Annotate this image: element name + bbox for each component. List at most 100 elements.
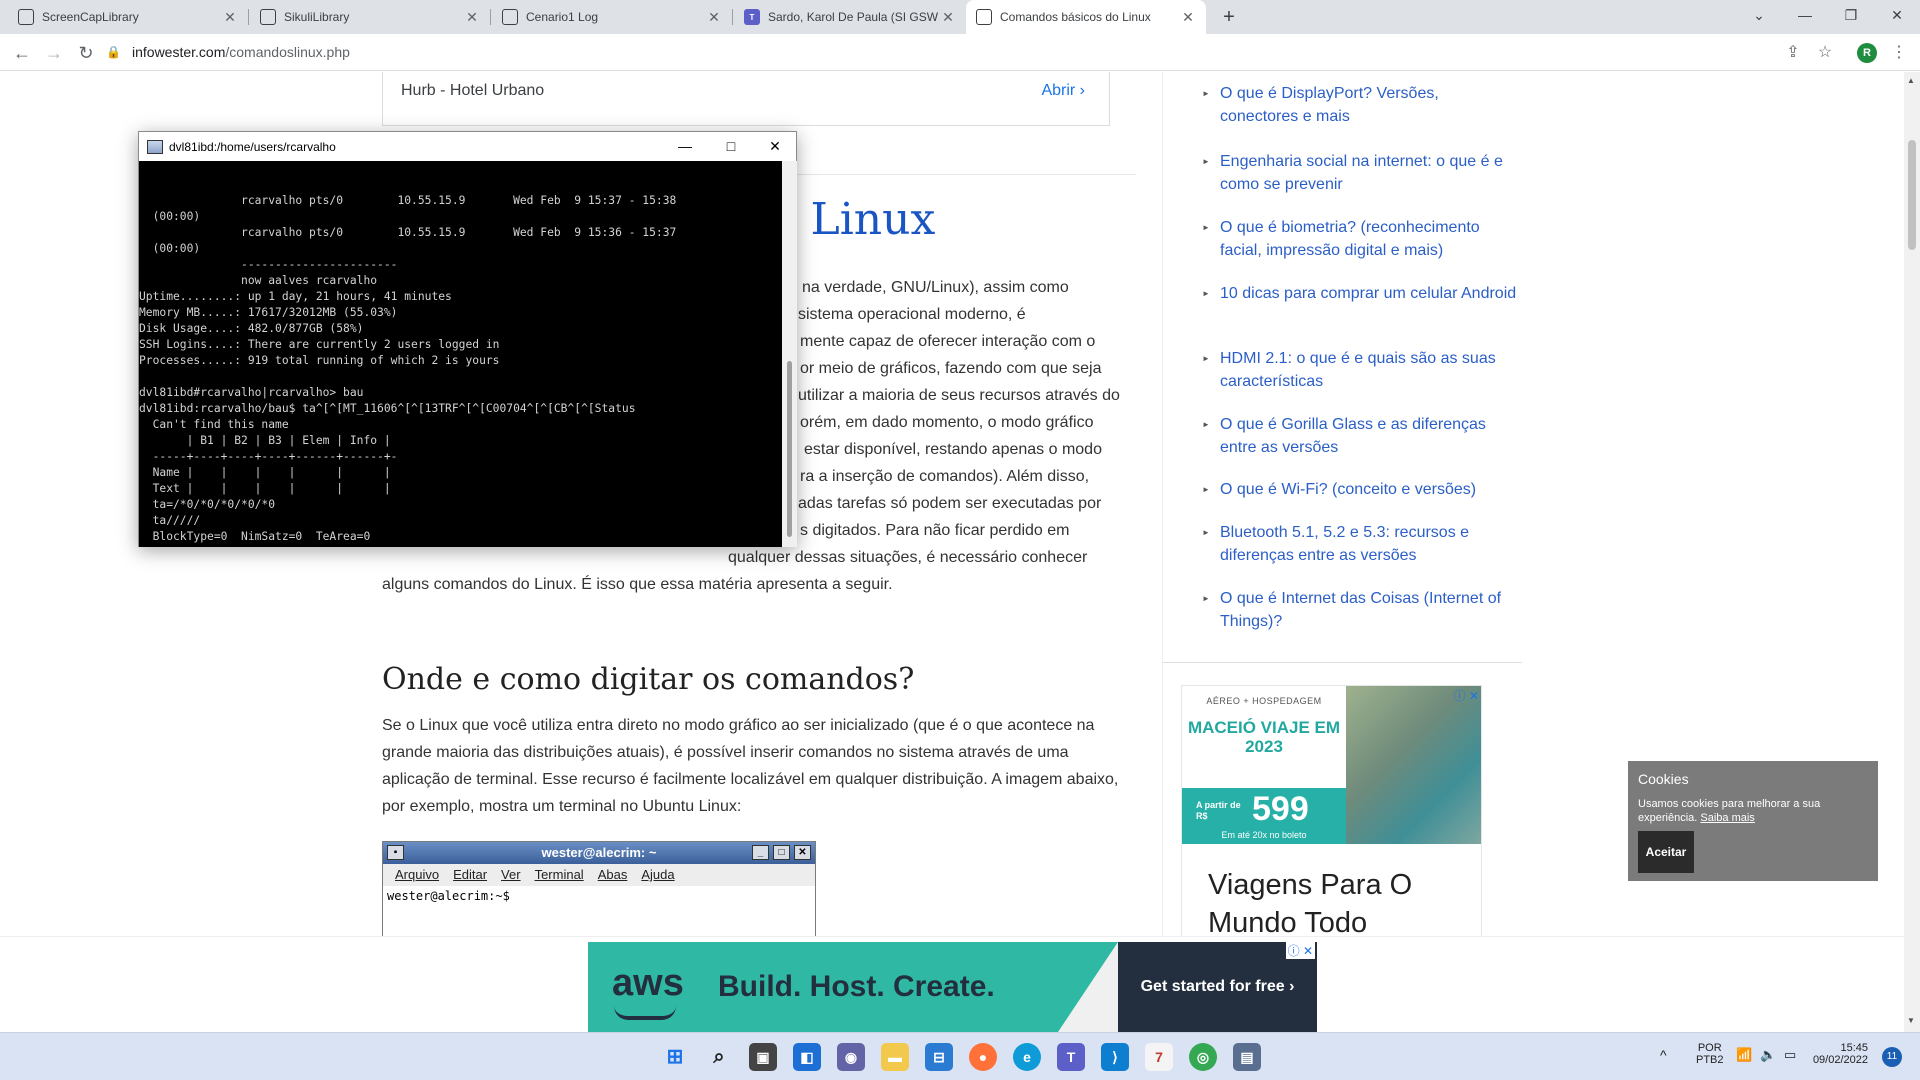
tab-teams-sardo[interactable]: T Sardo, Karol De Paula (SI GSW BR ✕ bbox=[734, 0, 966, 34]
tab-screencaplibrary[interactable]: ScreenCapLibrary ✕ bbox=[8, 0, 248, 34]
wifi-icon[interactable]: 📶 bbox=[1736, 1047, 1752, 1063]
sidebar-link[interactable]: O que é DisplayPort? Versões, conectores… bbox=[1202, 82, 1520, 128]
task-view-icon[interactable]: ▣ bbox=[749, 1043, 777, 1071]
vscode-icon[interactable]: ⟩ bbox=[1101, 1043, 1129, 1071]
restore-icon[interactable]: ❐ bbox=[1828, 0, 1874, 30]
back-icon[interactable]: ← bbox=[8, 39, 36, 67]
close-icon[interactable]: ✕ bbox=[752, 132, 798, 161]
sidebar-link[interactable]: HDMI 2.1: o que é e quais são as suas ca… bbox=[1202, 347, 1520, 393]
putty-icon bbox=[147, 139, 163, 154]
reload-icon[interactable]: ↻ bbox=[72, 39, 100, 67]
terminal-line: ta///// bbox=[139, 514, 201, 527]
ad-open-link[interactable]: Abrir › bbox=[1041, 82, 1085, 100]
close-tab-icon[interactable]: ✕ bbox=[464, 9, 480, 26]
chrome-icon[interactable]: ◎ bbox=[1189, 1043, 1217, 1071]
close-tab-icon[interactable]: ✕ bbox=[1180, 9, 1196, 26]
tab-label: ScreenCapLibrary bbox=[42, 10, 139, 24]
address-bar[interactable]: 🔒 infowester.com/comandoslinux.php bbox=[106, 37, 1836, 67]
aws-smile-icon bbox=[614, 1006, 676, 1020]
putty-terminal-window[interactable]: dvl81ibd:/home/users/rcarvalho — □ ✕ rca… bbox=[138, 131, 797, 547]
tab-sikulilibrary[interactable]: SikuliLibrary ✕ bbox=[250, 0, 490, 34]
bookmark-star-icon[interactable]: ☆ bbox=[1814, 42, 1836, 64]
putty-title-bar[interactable]: dvl81ibd:/home/users/rcarvalho — □ ✕ bbox=[139, 132, 796, 161]
tab-label: Comandos básicos do Linux bbox=[1000, 10, 1151, 24]
document-icon bbox=[260, 9, 276, 25]
teams-icon[interactable]: T bbox=[1057, 1043, 1085, 1071]
terminal-line: now aalves rcarvalho bbox=[139, 274, 378, 287]
tab-comandos-linux[interactable]: Comandos básicos do Linux ✕ bbox=[966, 0, 1206, 34]
windows-taskbar: ⊞ ⌕ ▣ ◧ ◉ ▬ ⊟ ● e T ⟩ 7 ◎ ▤ ^ POR PTB2 📶… bbox=[0, 1032, 1920, 1080]
page-icon bbox=[976, 9, 992, 25]
page-scrollbar[interactable]: ▲ ▼ bbox=[1904, 72, 1920, 1032]
figure-title-bar: wester@alecrim: ~ ▪ _ □ ✕ bbox=[383, 842, 815, 864]
terminal-scrollbar[interactable] bbox=[782, 161, 797, 547]
volume-icon[interactable]: 🔈 bbox=[1760, 1047, 1776, 1063]
forward-icon[interactable]: → bbox=[40, 39, 68, 67]
sidebar-link[interactable]: O que é Gorilla Glass e as diferenças en… bbox=[1202, 413, 1520, 459]
ad-close-icon[interactable]: ⓘ ✕ bbox=[1285, 942, 1315, 959]
sidebar-link[interactable]: Engenharia social na internet: o que é e… bbox=[1202, 150, 1520, 196]
sidebar-link[interactable]: O que é Wi-Fi? (conceito e versões) bbox=[1202, 478, 1520, 501]
minimize-icon[interactable]: — bbox=[1782, 0, 1828, 30]
chat-icon[interactable]: ◉ bbox=[837, 1043, 865, 1071]
close-window-icon[interactable]: ✕ bbox=[1874, 0, 1920, 30]
tab-label: SikuliLibrary bbox=[284, 10, 350, 24]
sidebar-link[interactable]: Bluetooth 5.1, 5.2 e 5.3: recursos e dif… bbox=[1202, 521, 1520, 567]
url-text: infowester.com/comandoslinux.php bbox=[132, 44, 350, 60]
maximize-icon[interactable]: □ bbox=[708, 132, 754, 161]
terminal-line: Memory MB.....: 17617/32012MB (55.03%) bbox=[139, 306, 398, 319]
clock[interactable]: 15:45 09/02/2022 bbox=[1808, 1042, 1868, 1066]
terminal-line: dvl81ibd:rcarvalho/bau$ ta^[^[MT_11606^[… bbox=[139, 402, 636, 415]
start-icon[interactable]: ⊞ bbox=[661, 1043, 689, 1071]
battery-icon[interactable]: ▭ bbox=[1784, 1047, 1796, 1063]
browser-toolbar: ← → ↻ 🔒 infowester.com/comandoslinux.php… bbox=[0, 34, 1920, 71]
widgets-icon[interactable]: ◧ bbox=[793, 1043, 821, 1071]
terminal-line: Head =0 CalDMS =N BBIndDMS =0 bbox=[139, 545, 782, 547]
terminal-line: SSH Logins....: There are currently 2 us… bbox=[139, 338, 500, 351]
cookie-learn-more-link[interactable]: Saiba mais bbox=[1700, 812, 1754, 824]
sidebar-link[interactable]: O que é biometria? (reconhecimento facia… bbox=[1202, 216, 1520, 262]
accept-cookies-button[interactable]: Aceitar bbox=[1638, 831, 1694, 873]
terminal-line: ta=/*0/*0/*0/*0/*0 bbox=[139, 498, 276, 511]
sidebar-link[interactable]: O que é Internet das Coisas (Internet of… bbox=[1202, 587, 1520, 633]
terminal-line: (00:00) bbox=[139, 242, 201, 255]
minimize-icon[interactable]: — bbox=[662, 132, 708, 161]
terminal-output[interactable]: rcarvalho pts/0 10.55.15.9 Wed Feb 9 15:… bbox=[139, 161, 782, 547]
putty-taskbar-icon[interactable]: ▤ bbox=[1233, 1043, 1261, 1071]
close-tab-icon[interactable]: ✕ bbox=[222, 9, 238, 26]
ad-price-block: A partir de R$ 599 Em até 20x no boleto bbox=[1182, 788, 1346, 844]
firefox-icon[interactable]: ● bbox=[969, 1043, 997, 1071]
search-icon[interactable]: ⌕ bbox=[705, 1043, 733, 1071]
notification-badge[interactable]: 11 bbox=[1882, 1047, 1902, 1067]
terminal-line: rcarvalho pts/0 10.55.15.9 Wed Feb 9 15:… bbox=[139, 226, 677, 239]
profile-avatar[interactable]: R bbox=[1857, 43, 1877, 63]
terminal-line: Disk Usage....: 482.0/877GB (58%) bbox=[139, 322, 364, 335]
lock-icon[interactable]: 🔒 bbox=[106, 45, 122, 59]
close-tab-icon[interactable]: ✕ bbox=[706, 9, 722, 26]
aws-advertisement[interactable]: aws Build. Host. Create. Get started for… bbox=[588, 942, 1317, 1032]
share-icon[interactable]: ⇪ bbox=[1782, 42, 1804, 64]
tab-label: Cenario1 Log bbox=[526, 10, 599, 24]
terminal-line: rcarvalho pts/0 10.55.15.9 Wed Feb 9 15:… bbox=[139, 194, 677, 207]
close-tab-icon[interactable]: ✕ bbox=[940, 9, 956, 26]
beach-photo bbox=[1346, 686, 1481, 844]
document-icon bbox=[502, 9, 518, 25]
new-tab-icon[interactable]: + bbox=[1216, 4, 1242, 30]
browser-tab-strip: ScreenCapLibrary ✕ SikuliLibrary ✕ Cenar… bbox=[0, 0, 1920, 34]
ad-title: Viagens Para O Mundo Todo bbox=[1208, 869, 1413, 939]
file-explorer-icon[interactable]: ▬ bbox=[881, 1043, 909, 1071]
ad-close-icon[interactable]: ⓘ ✕ bbox=[1454, 687, 1479, 704]
tab-search-icon[interactable]: ⌄ bbox=[1736, 0, 1782, 30]
terminal-line: Name | | | | | | bbox=[139, 466, 391, 479]
sidebar-separator bbox=[1162, 662, 1522, 663]
chevron-up-icon[interactable]: ^ bbox=[1660, 1047, 1667, 1063]
terminal-line: Text | | | | | | bbox=[139, 482, 391, 495]
tab-cenario1-log[interactable]: Cenario1 Log ✕ bbox=[492, 0, 732, 34]
sidebar-link[interactable]: 10 dicas para comprar um celular Android bbox=[1202, 282, 1520, 305]
menu-kebab-icon[interactable]: ⋮ bbox=[1888, 42, 1910, 64]
outlook-icon[interactable]: ⊟ bbox=[925, 1043, 953, 1071]
top-ad-link[interactable]: Hurb - Hotel Urbano Abrir › bbox=[382, 72, 1110, 126]
language-indicator[interactable]: POR PTB2 bbox=[1696, 1042, 1724, 1066]
edge-icon[interactable]: e bbox=[1013, 1043, 1041, 1071]
sevenzip-icon[interactable]: 7 bbox=[1145, 1043, 1173, 1071]
